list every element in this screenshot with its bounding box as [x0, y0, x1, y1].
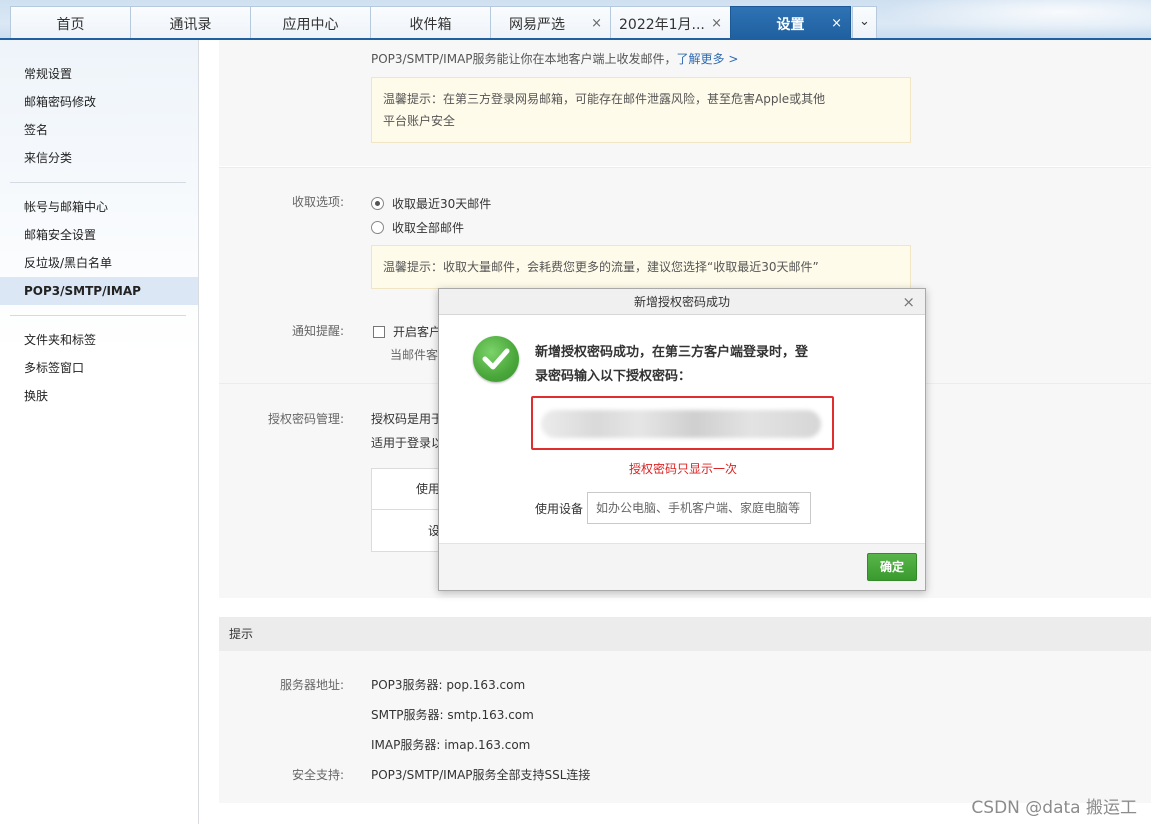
auth-code-redacted: [541, 410, 821, 438]
settings-sidebar: 常规设置 邮箱密码修改 签名 来信分类 帐号与邮箱中心 邮箱安全设置 反垃圾/黑…: [0, 40, 199, 824]
tab-label: 2022年1月...: [619, 16, 705, 33]
dialog-title: 新增授权密码成功: [633, 295, 730, 309]
sidebar-item-pop3-smtp-imap[interactable]: POP3/SMTP/IMAP: [0, 277, 198, 305]
tip-line: 温馨提示：在第三方登录网易邮箱，可能存在邮件泄露风险，甚至危害Apple或其他: [383, 92, 826, 106]
imap-server: IMAP服务器: imap.163.com: [371, 738, 531, 752]
tab-home[interactable]: 首页: [10, 6, 131, 40]
notify-checkbox[interactable]: 开启客户: [373, 323, 441, 340]
cloud-decoration: [851, 0, 1151, 40]
server-address-label: 服务器地址:: [279, 678, 344, 692]
learn-more-link[interactable]: 了解更多 >: [677, 52, 739, 66]
tab-label: 首页: [56, 16, 85, 33]
receive-option-recent[interactable]: 收取最近30天邮件: [371, 195, 491, 212]
device-label: 使用设备: [535, 502, 584, 516]
tab-yanxuan[interactable]: 网易严选 ×: [490, 6, 611, 40]
service-intro: POP3/SMTP/IMAP服务能让你在本地客户端上收发邮件，了解更多 >: [371, 50, 738, 67]
tab-label: 网易严选: [509, 16, 565, 33]
watermark: CSDN @data 搬运工: [971, 798, 1137, 818]
security-support-text: POP3/SMTP/IMAP服务全部支持SSL连接: [371, 768, 591, 782]
tab-app-center[interactable]: 应用中心: [250, 6, 371, 40]
notify-sub-text: 当邮件客: [390, 348, 439, 362]
notify-label: 通知提醒:: [291, 324, 344, 338]
auth-code-note: 授权密码只显示一次: [628, 462, 737, 476]
service-panel: POP3/SMTP/IMAP服务能让你在本地客户端上收发邮件，了解更多 > 温馨…: [219, 40, 1151, 166]
radio-selected[interactable]: [371, 197, 384, 210]
close-icon[interactable]: ×: [591, 16, 602, 31]
auth-code-success-dialog: 新增授权密码成功 × 新增授权密码成功，在第三方客户端登录时，登 录密码输入以下…: [438, 288, 926, 591]
confirm-button[interactable]: 确定: [867, 553, 917, 581]
check-circle-icon: [473, 336, 519, 382]
checkbox-label: 开启客户: [393, 325, 442, 339]
sidebar-item-folders-labels[interactable]: 文件夹和标签: [0, 326, 198, 354]
auth-desc-line2: 适用于登录以: [371, 436, 444, 450]
chevron-down-icon: ⌄: [859, 14, 870, 29]
dialog-header: 新增授权密码成功 ×: [439, 289, 925, 315]
top-tab-bar: 首页 通讯录 应用中心 收件箱 网易严选 × 2022年1月... × 设置 ×…: [0, 0, 1151, 40]
receive-options-label: 收取选项:: [291, 195, 344, 209]
radio-label: 收取最近30天邮件: [392, 197, 492, 211]
sidebar-item-skin[interactable]: 换肤: [0, 382, 198, 410]
message-line: 录密码输入以下授权密码：: [535, 369, 692, 384]
sidebar-item-multi-tab[interactable]: 多标签窗口: [0, 354, 198, 382]
auth-code-box: [531, 396, 834, 450]
auth-desc-line1: 授权码是用于: [371, 412, 444, 426]
radio-unselected[interactable]: [371, 221, 384, 234]
tips-header: 提示: [219, 617, 1151, 651]
device-input[interactable]: [587, 492, 811, 524]
intro-text: POP3/SMTP/IMAP服务能让你在本地客户端上收发邮件，: [371, 52, 677, 66]
sidebar-item-antispam[interactable]: 反垃圾/黑白名单: [0, 249, 198, 277]
tip-line: 温馨提示：收取大量邮件，会耗费您更多的流量，建议您选择“收取最近30天邮件”: [383, 260, 819, 274]
security-support-label: 安全支持:: [291, 768, 344, 782]
tab-contacts[interactable]: 通讯录: [130, 6, 251, 40]
sidebar-item-security[interactable]: 邮箱安全设置: [0, 221, 198, 249]
receive-option-all[interactable]: 收取全部邮件: [371, 219, 464, 236]
tab-email-2022[interactable]: 2022年1月... ×: [610, 6, 731, 40]
tab-settings[interactable]: 设置 ×: [730, 6, 851, 40]
close-icon[interactable]: ×: [711, 16, 722, 31]
tab-more-button[interactable]: ⌄: [852, 6, 877, 40]
receive-tip: 温馨提示：收取大量邮件，会耗费您更多的流量，建议您选择“收取最近30天邮件”: [371, 245, 911, 289]
checkbox[interactable]: [373, 326, 385, 338]
sidebar-item-password[interactable]: 邮箱密码修改: [0, 88, 198, 116]
sidebar-item-general[interactable]: 常规设置: [0, 60, 198, 88]
tip-line: 平台账户安全: [383, 114, 456, 128]
dialog-footer: 确定: [439, 543, 925, 590]
close-icon[interactable]: ×: [902, 289, 915, 315]
auth-label: 授权密码管理:: [267, 412, 344, 426]
smtp-server: SMTP服务器: smtp.163.com: [371, 708, 534, 722]
tab-label: 应用中心: [282, 16, 339, 33]
message-line: 新增授权密码成功，在第三方客户端登录时，登: [535, 345, 809, 360]
sidebar-divider: [10, 315, 186, 316]
sidebar-divider: [10, 182, 186, 183]
tab-strip: 首页 通讯录 应用中心 收件箱 网易严选 × 2022年1月... × 设置 ×…: [10, 6, 877, 40]
tips-panel: 提示 服务器地址: POP3服务器: pop.163.com SMTP服务器: …: [219, 617, 1151, 803]
sidebar-item-mail-filter[interactable]: 来信分类: [0, 144, 198, 172]
sidebar-item-account-center[interactable]: 帐号与邮箱中心: [0, 193, 198, 221]
tab-label: 通讯录: [169, 16, 212, 33]
tab-label: 设置: [776, 16, 805, 33]
pop3-server: POP3服务器: pop.163.com: [371, 678, 526, 692]
sidebar-item-signature[interactable]: 签名: [0, 116, 198, 144]
tab-inbox[interactable]: 收件箱: [370, 6, 491, 40]
radio-label: 收取全部邮件: [392, 221, 465, 235]
close-icon[interactable]: ×: [831, 16, 842, 31]
tab-label: 收件箱: [409, 16, 452, 33]
dialog-message: 新增授权密码成功，在第三方客户端登录时，登 录密码输入以下授权密码：: [535, 341, 845, 389]
service-warning-tip: 温馨提示：在第三方登录网易邮箱，可能存在邮件泄露风险，甚至危害Apple或其他 …: [371, 77, 911, 143]
checkmark-icon: [482, 348, 510, 370]
